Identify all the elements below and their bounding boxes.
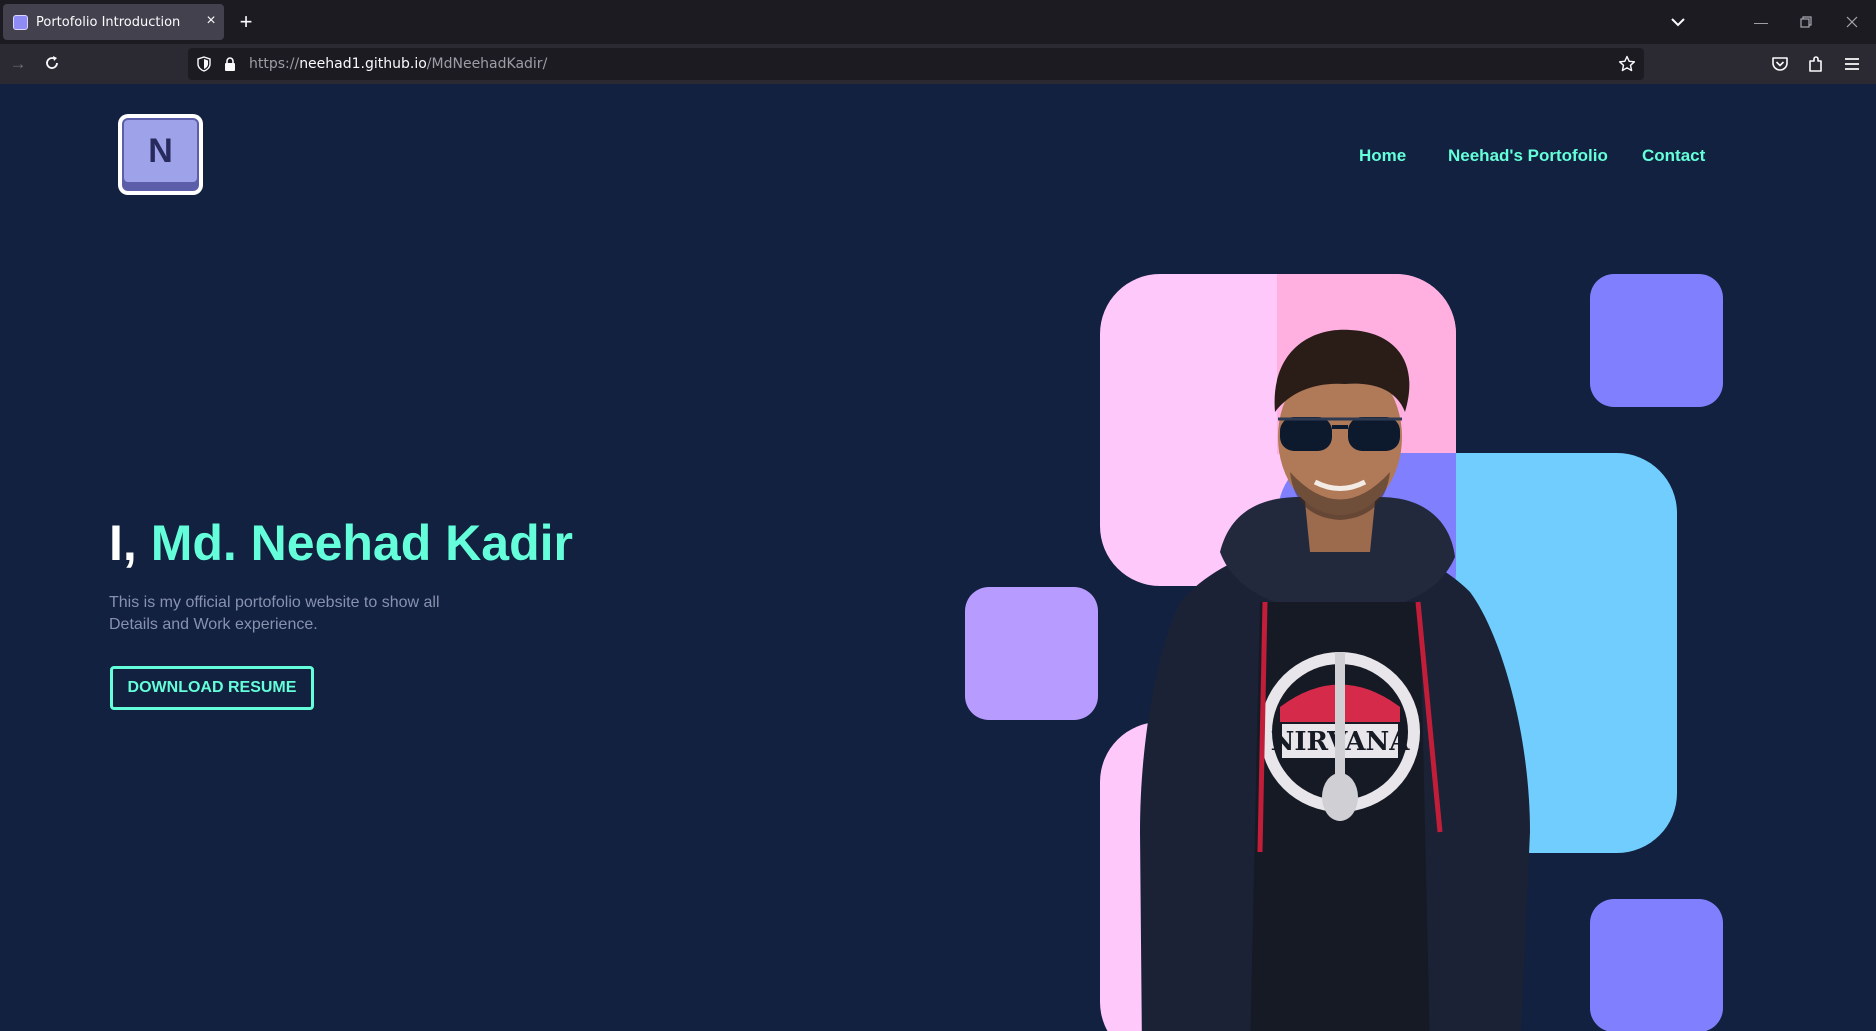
browser-toolbar: → https://neehad1.github.io/MdNeehadKadi… <box>0 44 1876 84</box>
violet-square-bottom <box>1590 899 1723 1031</box>
nav-portfolio[interactable]: Neehad's Portofolio <box>1448 146 1608 166</box>
lavender-square <box>965 587 1098 720</box>
site-logo[interactable]: N <box>118 114 203 195</box>
hero-title: I, Md. Neehad Kadir <box>109 514 573 572</box>
browser-tab[interactable]: Portofolio Introduction × <box>3 4 224 40</box>
chevron-down-icon[interactable] <box>1668 12 1688 32</box>
menu-icon[interactable] <box>1842 54 1862 74</box>
profile-photo: NIRVANA <box>1140 329 1530 1031</box>
portfolio-page: N Home Neehad's Portofolio Contact I, Md… <box>0 84 1876 1031</box>
favicon-icon <box>13 15 28 30</box>
violet-square-top <box>1590 274 1723 407</box>
extensions-icon[interactable] <box>1806 54 1826 74</box>
restore-icon[interactable] <box>1796 12 1816 32</box>
browser-tab-bar: Portofolio Introduction × + — <box>0 0 1876 44</box>
shield-icon[interactable] <box>196 56 212 72</box>
bookmark-star-icon[interactable] <box>1618 55 1636 73</box>
url-path: /MdNeehadKadir/ <box>426 56 548 72</box>
nav-contact[interactable]: Contact <box>1642 146 1705 166</box>
download-resume-button[interactable]: DOWNLOAD RESUME <box>110 666 314 710</box>
logo-tile: N <box>122 118 199 191</box>
minimize-icon[interactable]: — <box>1751 12 1771 32</box>
url-bar[interactable]: https://neehad1.github.io/MdNeehadKadir/ <box>188 48 1644 80</box>
back-arrow-icon[interactable]: → <box>8 54 28 74</box>
nav-home[interactable]: Home <box>1359 146 1406 166</box>
url-scheme: https:// <box>249 56 300 72</box>
pocket-icon[interactable] <box>1770 54 1790 74</box>
url-host: neehad1.github.io <box>299 56 427 72</box>
url-text: https://neehad1.github.io/MdNeehadKadir/ <box>249 56 547 72</box>
logo-letter: N <box>124 120 197 182</box>
reload-icon[interactable] <box>42 53 62 73</box>
close-icon[interactable]: × <box>202 12 220 30</box>
new-tab-icon[interactable]: + <box>236 10 256 34</box>
close-window-icon[interactable] <box>1842 12 1862 32</box>
hero-title-name: Md. Neehad Kadir <box>150 515 573 571</box>
hero-title-lead: I, <box>109 515 151 571</box>
tab-title: Portofolio Introduction <box>36 15 181 30</box>
hero-description: This is my official portofolio website t… <box>109 594 440 633</box>
lock-icon[interactable] <box>222 56 238 72</box>
